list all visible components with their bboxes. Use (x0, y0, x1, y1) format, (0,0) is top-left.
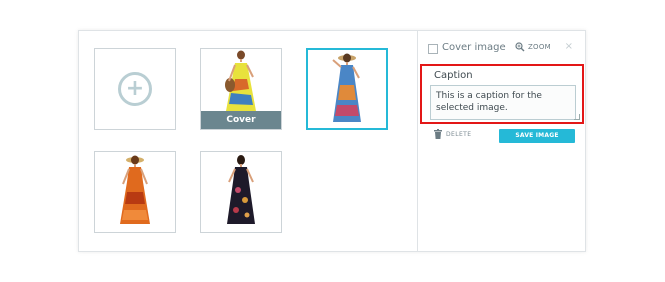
close-icon[interactable]: × (565, 41, 573, 52)
zoom-icon (515, 42, 525, 52)
zoom-button[interactable]: ZOOM (515, 42, 551, 52)
zoom-label: ZOOM (527, 43, 551, 51)
add-image-tile[interactable]: + (94, 48, 176, 130)
save-image-settings-button[interactable]: SAVE IMAGE SETTINGS (499, 129, 575, 153)
image-settings-sidebar: Cover image ZOOM × Caption This is a cap… (417, 31, 585, 251)
delete-button[interactable]: DELETE (434, 129, 471, 139)
cover-image-label: Cover image (442, 42, 506, 53)
image-settings-panel: + Cover Cover image ZOOM × Caption This … (78, 30, 586, 252)
caption-label: Caption (434, 70, 473, 81)
cover-badge: Cover (201, 111, 281, 129)
orange-dress-image (120, 155, 150, 224)
sidebar-topbar: Cover image ZOOM × (428, 41, 577, 56)
caption-section: Caption This is a caption for the select… (420, 64, 584, 124)
resize-handle-icon[interactable] (574, 114, 580, 120)
yellow-dress-image (225, 50, 256, 111)
add-icon: + (118, 72, 152, 106)
image-thumbnail-yellow-dress[interactable]: Cover (200, 48, 282, 130)
image-thumbnail-black-dress[interactable] (200, 151, 282, 233)
blue-dress-image (332, 53, 361, 122)
cover-image-checkbox[interactable] (428, 44, 438, 54)
black-dress-image (227, 155, 255, 224)
image-gallery: + Cover (79, 31, 417, 251)
delete-label: DELETE (446, 130, 472, 138)
trash-icon (434, 129, 442, 139)
image-thumbnail-orange-dress[interactable] (94, 151, 176, 233)
caption-textarea[interactable]: This is a caption for the selected image… (430, 85, 576, 120)
image-thumbnail-blue-dress[interactable] (306, 48, 388, 130)
